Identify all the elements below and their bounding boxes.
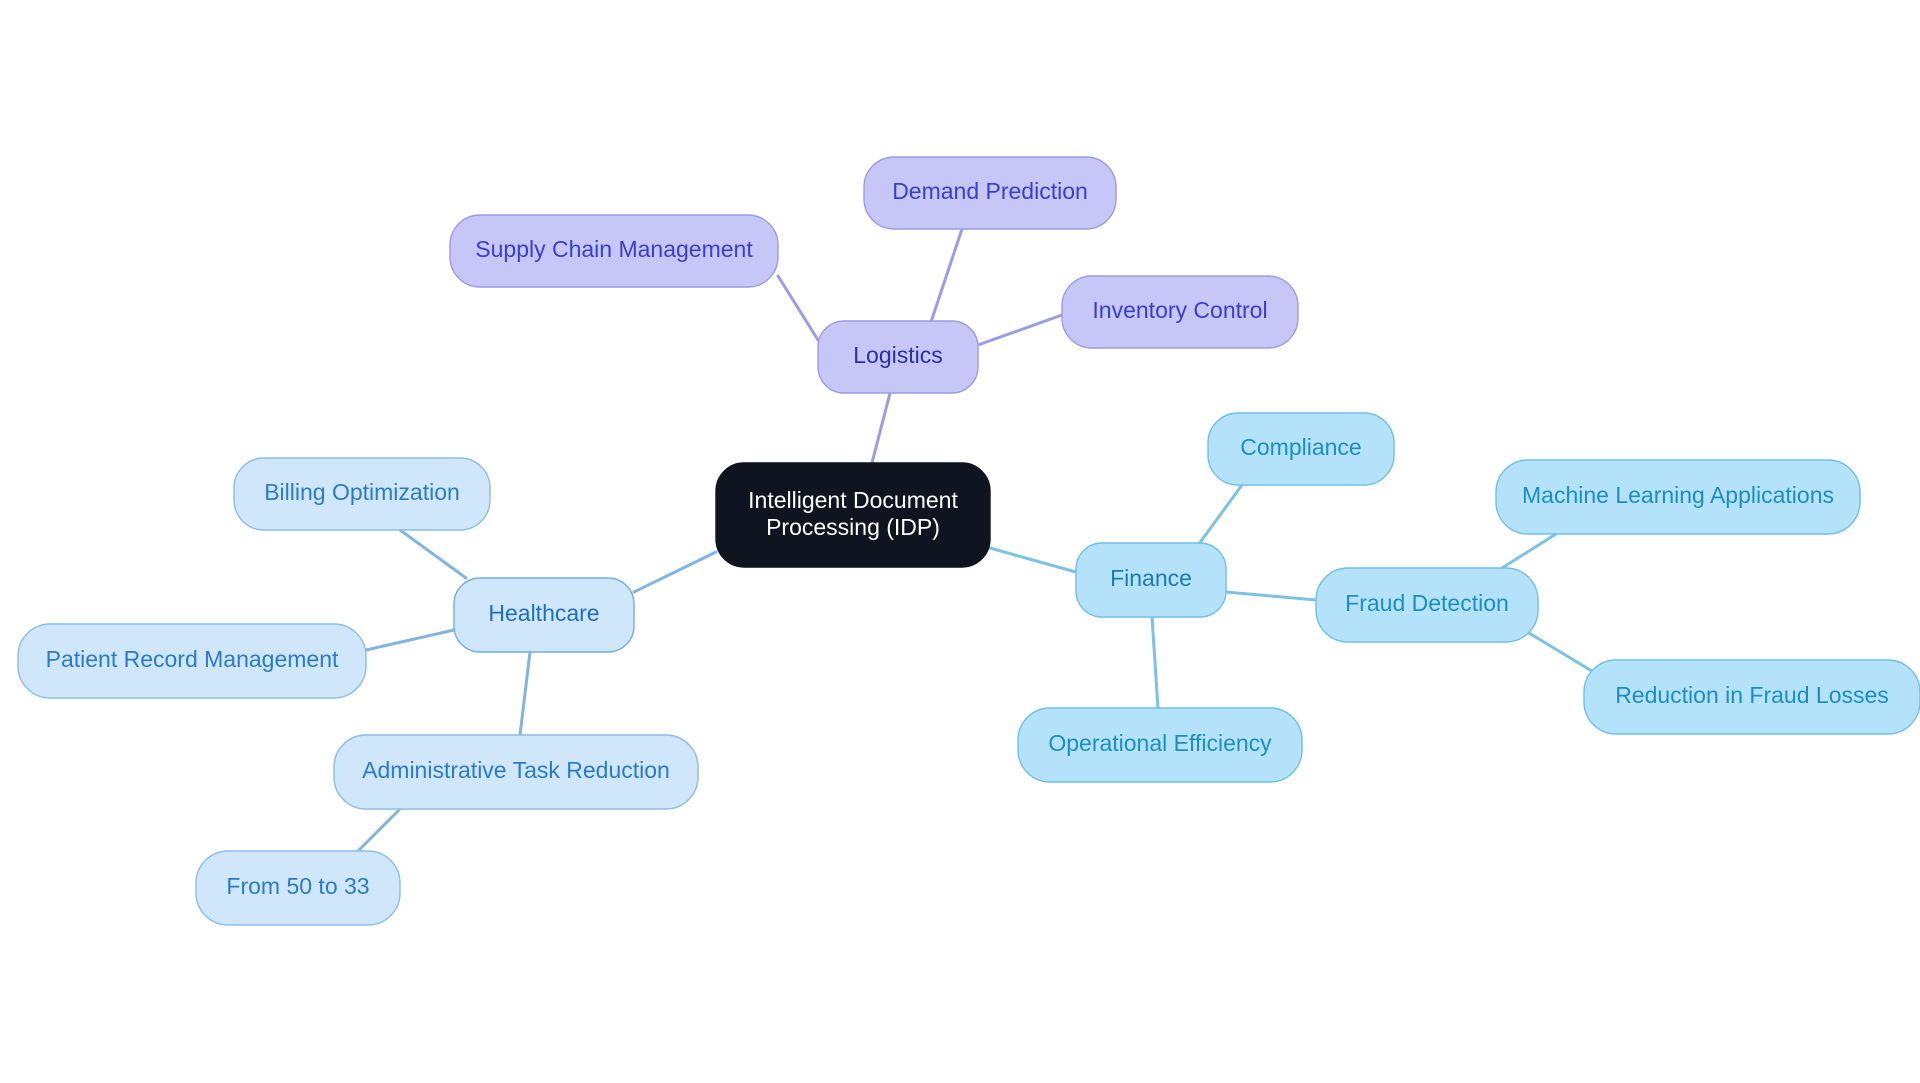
edge-fraud-detection-to-machine-learning-applications (1500, 532, 1558, 570)
edge-finance-to-compliance (1194, 483, 1244, 550)
node-healthcare[interactable]: Healthcare (453, 577, 635, 653)
node-logistics[interactable]: Logistics (817, 320, 979, 394)
node-supply-chain-management[interactable]: Supply Chain Management (449, 214, 779, 288)
edge-healthcare-to-administrative-task-reduction (518, 650, 532, 737)
node-shape-machine-learning-applications[interactable] (1495, 459, 1861, 535)
node-administrative-task-reduction[interactable]: Administrative Task Reduction (333, 734, 699, 810)
nodes-layer: Intelligent Document Processing (IDP) Logi… (17, 156, 1920, 926)
edge-healthcare-to-billing-optimization (398, 528, 468, 580)
edge-root-to-healthcare (632, 550, 718, 594)
node-operational-efficiency[interactable]: Operational Efficiency (1017, 707, 1303, 783)
node-fraud-detection[interactable]: Fraud Detection (1315, 567, 1539, 643)
node-reduction-in-fraud-losses[interactable]: Reduction in Fraud Losses (1583, 659, 1920, 735)
node-finance[interactable]: Finance (1075, 542, 1227, 618)
mind-map-canvas: Intelligent Document Processing (IDP) Logi… (0, 0, 1920, 1083)
edge-logistics-to-inventory-control (976, 313, 1064, 347)
edge-administrative-task-reduction-to-from-50-to-33 (356, 807, 402, 853)
node-shape-fraud-detection[interactable] (1315, 567, 1539, 643)
node-shape-root[interactable] (715, 462, 991, 568)
node-shape-patient-record-management[interactable] (17, 623, 367, 699)
node-shape-inventory-control[interactable] (1061, 275, 1299, 349)
node-shape-reduction-in-fraud-losses[interactable] (1583, 659, 1920, 735)
edge-root-to-finance (988, 546, 1078, 574)
node-shape-billing-optimization[interactable] (233, 457, 491, 531)
node-from-50-to-33[interactable]: From 50 to 33 (195, 850, 401, 926)
node-patient-record-management[interactable]: Patient Record Management (17, 623, 367, 699)
node-root[interactable]: Intelligent Document Processing (IDP) (715, 462, 991, 568)
edge-logistics-to-demand-prediction (928, 227, 964, 327)
edge-finance-to-operational-efficiency (1150, 615, 1160, 710)
node-billing-optimization[interactable]: Billing Optimization (233, 457, 491, 531)
mind-map-svg: Intelligent Document Processing (IDP) Logi… (17, 156, 1920, 926)
edge-finance-to-fraud-detection (1224, 590, 1318, 602)
node-inventory-control[interactable]: Inventory Control (1061, 275, 1299, 349)
node-shape-healthcare[interactable] (453, 577, 635, 653)
node-shape-from-50-to-33[interactable] (195, 850, 401, 926)
node-shape-demand-prediction[interactable] (863, 156, 1117, 230)
edge-healthcare-to-patient-record-management (364, 628, 456, 652)
node-demand-prediction[interactable]: Demand Prediction (863, 156, 1117, 230)
node-shape-operational-efficiency[interactable] (1017, 707, 1303, 783)
edge-fraud-detection-to-reduction-in-fraud-losses (1522, 628, 1602, 678)
edge-logistics-to-supply-chain-management (776, 274, 820, 342)
node-shape-compliance[interactable] (1207, 412, 1395, 486)
edge-root-to-logistics (870, 391, 892, 465)
node-compliance[interactable]: Compliance (1207, 412, 1395, 486)
node-shape-finance[interactable] (1075, 542, 1227, 618)
node-machine-learning-applications[interactable]: Machine Learning Applications (1495, 459, 1861, 535)
node-shape-administrative-task-reduction[interactable] (333, 734, 699, 810)
node-shape-supply-chain-management[interactable] (449, 214, 779, 288)
node-shape-logistics[interactable] (817, 320, 979, 394)
